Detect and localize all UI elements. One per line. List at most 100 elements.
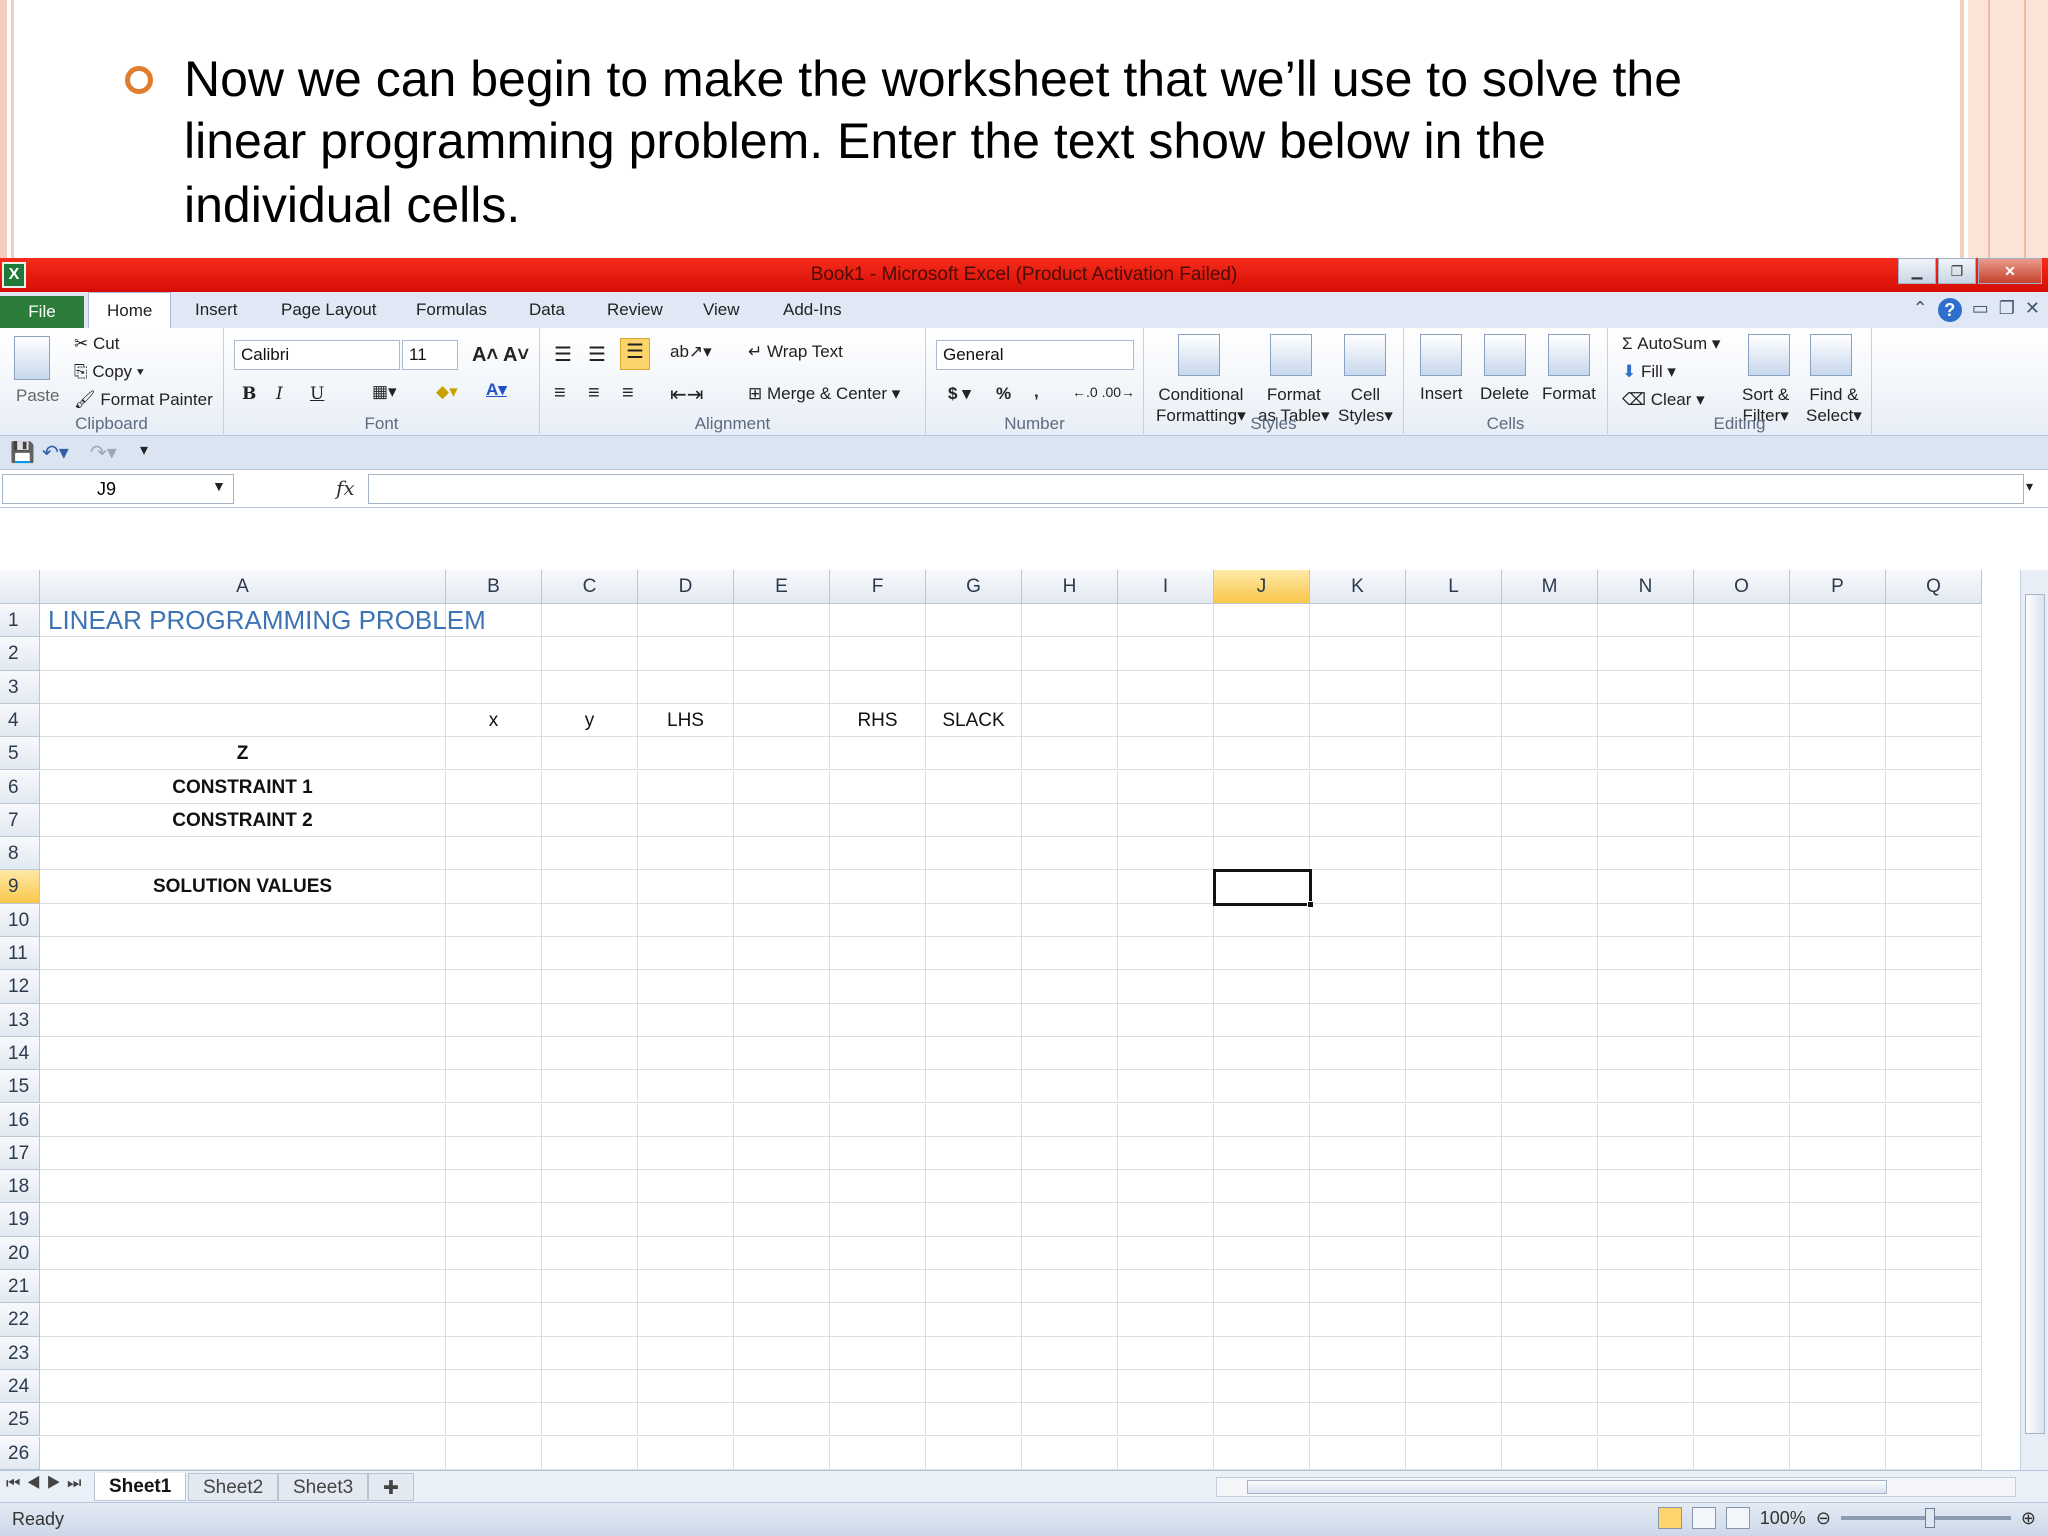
cell-d15[interactable] [638,1070,734,1104]
cell-p12[interactable] [1790,970,1886,1004]
cell-m25[interactable] [1502,1403,1598,1437]
cell-j15[interactable] [1214,1070,1310,1104]
cell-f12[interactable] [830,970,926,1004]
cell-j26[interactable] [1214,1436,1310,1470]
column-header[interactable]: O [1694,570,1790,604]
cell-q12[interactable] [1886,970,1982,1004]
cell-k19[interactable] [1310,1203,1406,1237]
cell-n23[interactable] [1598,1336,1694,1370]
cell-k22[interactable] [1310,1303,1406,1337]
cell-a1[interactable]: LINEAR PROGRAMMING PROBLEM [40,604,486,638]
cell-g20[interactable] [926,1236,1022,1270]
cell-c15[interactable] [542,1070,638,1104]
paste-icon[interactable] [14,336,50,380]
cell-g19[interactable] [926,1203,1022,1237]
insert-sheet-icon[interactable]: ✚ [368,1473,414,1501]
cell-f18[interactable] [830,1170,926,1204]
cell-q18[interactable] [1886,1170,1982,1204]
cell-k7[interactable] [1310,803,1406,838]
cell-p4[interactable] [1790,703,1886,738]
cell-q2[interactable] [1886,637,1982,671]
cell-b12[interactable] [446,970,542,1004]
row-header[interactable]: 2 [0,637,40,671]
cell-h2[interactable] [1022,637,1118,671]
cell-g7[interactable] [926,803,1022,838]
cell-n17[interactable] [1598,1136,1694,1171]
indent-icon[interactable]: ⇤⇥ [670,382,704,407]
cut-button[interactable]: ✂ Cut [74,334,119,354]
cell-c5[interactable] [542,737,638,771]
cell-p14[interactable] [1790,1036,1886,1071]
cell-k14[interactable] [1310,1036,1406,1071]
cell-k24[interactable] [1310,1369,1406,1404]
cell-a21[interactable] [40,1270,446,1304]
cell-m10[interactable] [1502,903,1598,937]
cell-k5[interactable] [1310,737,1406,771]
cell-h15[interactable] [1022,1070,1118,1104]
cell-d3[interactable] [638,670,734,704]
cell-m11[interactable] [1502,937,1598,971]
cell-a5[interactable]: Z [40,737,446,771]
column-header[interactable]: L [1406,570,1502,604]
cell-b20[interactable] [446,1236,542,1270]
cell-b1[interactable] [446,604,542,638]
column-header[interactable]: E [734,570,830,604]
cell-d19[interactable] [638,1203,734,1237]
cell-j20[interactable] [1214,1236,1310,1270]
sheet-tab-3[interactable]: Sheet3 [278,1473,369,1501]
cell-l9[interactable] [1406,870,1502,904]
cell-m18[interactable] [1502,1170,1598,1204]
cell-g8[interactable] [926,837,1022,871]
cell-p25[interactable] [1790,1403,1886,1437]
cell-j21[interactable] [1214,1270,1310,1304]
cell-c14[interactable] [542,1036,638,1071]
cell-p11[interactable] [1790,937,1886,971]
cell-q10[interactable] [1886,903,1982,937]
cell-j16[interactable] [1214,1103,1310,1137]
cell-j2[interactable] [1214,637,1310,671]
cell-b24[interactable] [446,1369,542,1404]
align-center-icon[interactable]: ≡ [588,382,600,405]
cell-c11[interactable] [542,937,638,971]
cell-n4[interactable] [1598,703,1694,738]
decimal-increase-icon[interactable]: ←.0 .00→ [1072,384,1135,400]
cell-l15[interactable] [1406,1070,1502,1104]
cell-g2[interactable] [926,637,1022,671]
cell-q17[interactable] [1886,1136,1982,1171]
cell-i7[interactable] [1118,803,1214,838]
cell-h23[interactable] [1022,1336,1118,1370]
sheet-tab-2[interactable]: Sheet2 [188,1473,279,1501]
cell-k11[interactable] [1310,937,1406,971]
column-header[interactable]: N [1598,570,1694,604]
row-header[interactable]: 12 [0,970,40,1004]
cell-c3[interactable] [542,670,638,704]
cell-g14[interactable] [926,1036,1022,1071]
cell-l23[interactable] [1406,1336,1502,1370]
cell-m23[interactable] [1502,1336,1598,1370]
horizontal-scrollbar[interactable] [1216,1477,2016,1497]
cell-m13[interactable] [1502,1003,1598,1037]
row-header[interactable]: 3 [0,670,40,704]
row-header[interactable]: 6 [0,770,40,804]
cell-k4[interactable] [1310,703,1406,738]
cell-l26[interactable] [1406,1436,1502,1470]
cell-k8[interactable] [1310,837,1406,871]
cell-k17[interactable] [1310,1136,1406,1171]
active-cell-outline[interactable] [1213,869,1312,906]
cell-a10[interactable] [40,903,446,937]
cell-c9[interactable] [542,870,638,904]
cell-c16[interactable] [542,1103,638,1137]
tab-data[interactable]: Data [529,300,565,320]
cell-o9[interactable] [1694,870,1790,904]
horizontal-scroll-thumb[interactable] [1247,1480,1887,1494]
cell-f20[interactable] [830,1236,926,1270]
cell-o17[interactable] [1694,1136,1790,1171]
cell-j22[interactable] [1214,1303,1310,1337]
cell-q5[interactable] [1886,737,1982,771]
cell-b5[interactable] [446,737,542,771]
cell-i17[interactable] [1118,1136,1214,1171]
cell-i8[interactable] [1118,837,1214,871]
cell-c13[interactable] [542,1003,638,1037]
select-all-corner[interactable] [0,570,40,604]
cell-k10[interactable] [1310,903,1406,937]
